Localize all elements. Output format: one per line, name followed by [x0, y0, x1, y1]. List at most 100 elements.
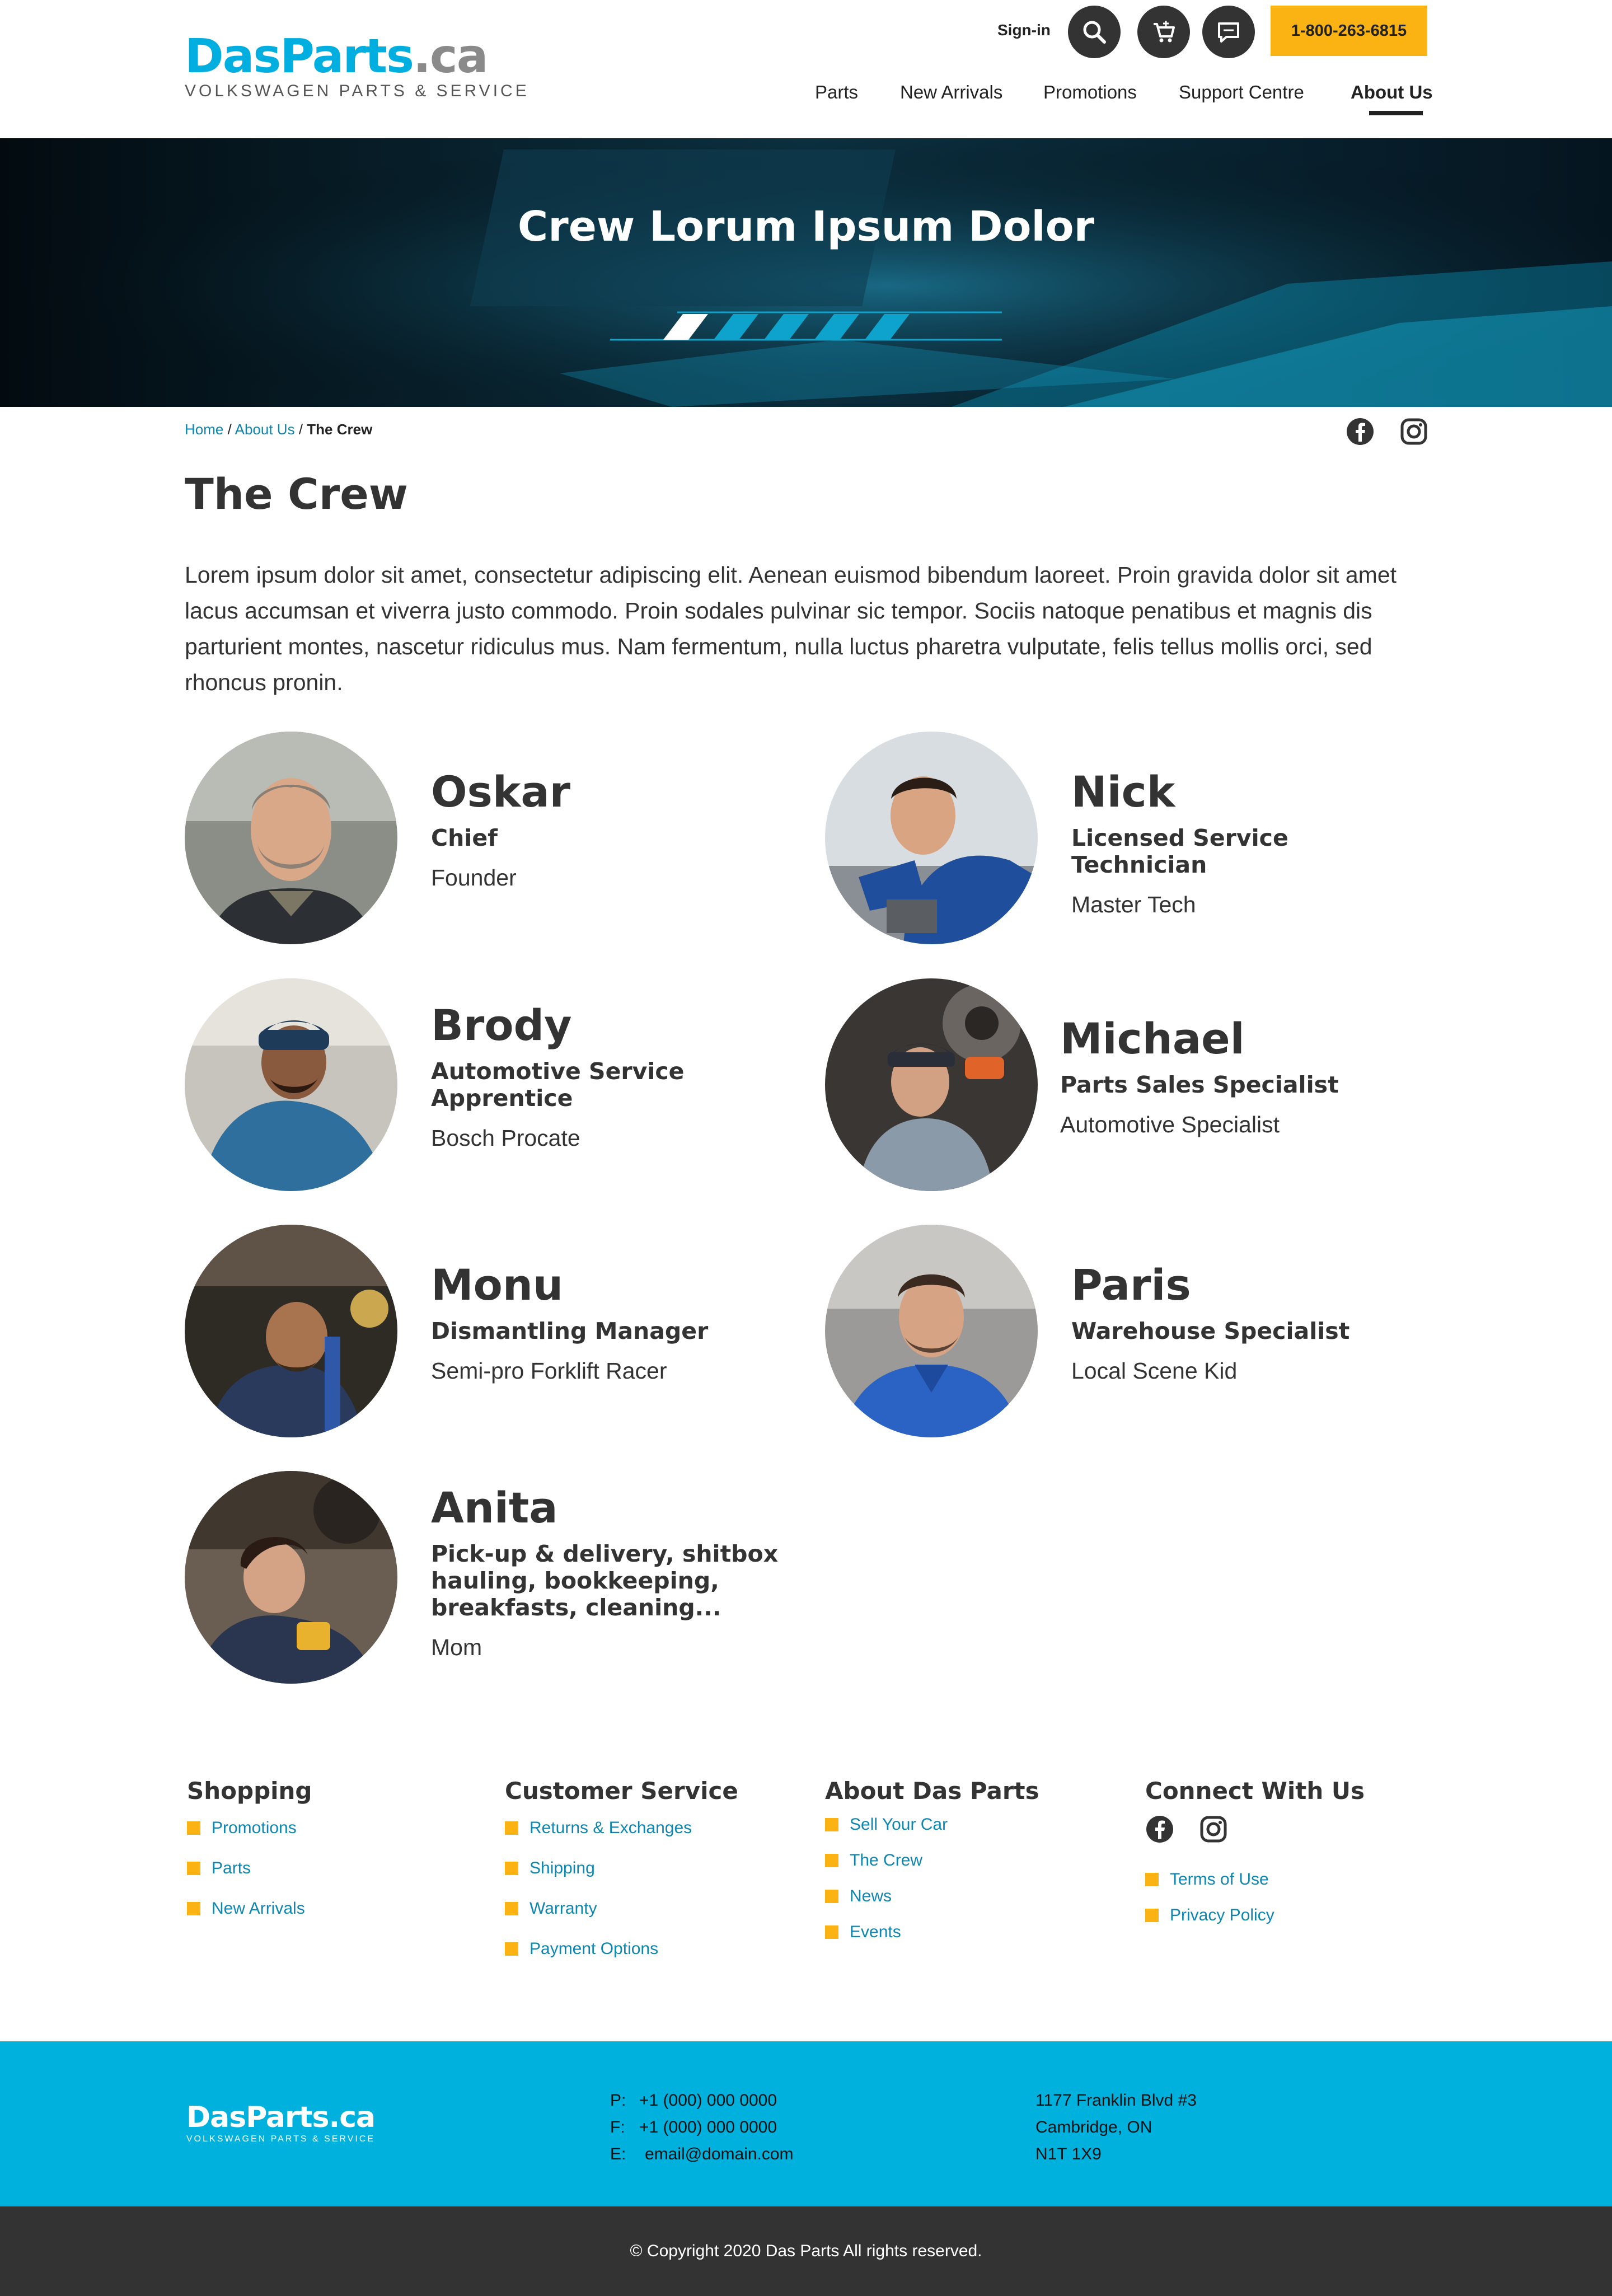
bullet-square-icon [825, 1890, 838, 1903]
contact-address: 1177 Franklin Blvd #3 Cambridge, ON N1T … [1035, 2091, 1197, 2163]
footer-link-terms[interactable]: Terms of Use [1145, 1871, 1365, 1889]
crew-name: Nick [1071, 767, 1175, 817]
footer-link-new-arrivals[interactable]: New Arrivals [187, 1900, 312, 1918]
cart-button[interactable] [1137, 6, 1190, 58]
crew-subtitle: Automotive Specialist [1060, 1112, 1280, 1137]
footer-column-shopping: Shopping Promotions Parts New Arrivals [187, 1777, 312, 1940]
crew-subtitle: Master Tech [1071, 892, 1196, 917]
footer-link-news[interactable]: News [825, 1887, 1039, 1905]
search-icon [1083, 21, 1106, 44]
footer-column-connect: Connect With Us Terms of Use Privacy Pol… [1145, 1777, 1365, 1942]
crew-role: Licensed Service Technician [1071, 824, 1288, 878]
breadcrumb-home[interactable]: Home [185, 421, 223, 438]
chat-icon [1218, 22, 1239, 43]
crew-name: Monu [431, 1260, 564, 1310]
bullet-square-icon [1145, 1873, 1159, 1886]
hero-background-image [0, 138, 1612, 407]
search-button[interactable] [1068, 6, 1121, 58]
breadcrumb: Home / About Us / The Crew [185, 421, 372, 438]
crew-photo [825, 978, 1038, 1191]
footer-link-the-crew[interactable]: The Crew [825, 1852, 1039, 1869]
bullet-square-icon [505, 1902, 518, 1915]
contact-email[interactable]: E: email@domain.com [610, 2141, 794, 2168]
bullet-square-icon [187, 1902, 200, 1915]
avatar [185, 732, 397, 944]
crew-name: Oskar [431, 767, 571, 817]
footer-logo[interactable]: DasParts.ca VOLKSWAGEN PARTS & SERVICE [186, 2103, 376, 2144]
avatar [825, 732, 1038, 944]
footer-link-parts[interactable]: Parts [187, 1859, 312, 1877]
bullet-square-icon [825, 1854, 838, 1867]
crew-info: Monu Dismantling Manager Semi-pro Forkli… [431, 1259, 789, 1385]
site-header: DasParts.ca VOLKSWAGEN PARTS & SERVICE S… [0, 0, 1612, 138]
crew-info: Anita Pick-up & delivery, shitbox haulin… [431, 1482, 789, 1661]
crew-member: Oskar Chief Founder [185, 732, 800, 944]
hero-title: Crew Lorum Ipsum Dolor [517, 203, 1095, 251]
facebook-icon[interactable] [1145, 1815, 1174, 1844]
footer-link-sell-your-car[interactable]: Sell Your Car [825, 1816, 1039, 1834]
crew-photo [825, 732, 1038, 944]
bullet-square-icon [505, 1862, 518, 1875]
avatar [185, 978, 397, 1191]
instagram-icon[interactable] [1199, 1815, 1228, 1844]
contact-band: DasParts.ca VOLKSWAGEN PARTS & SERVICE P… [0, 2041, 1612, 2206]
avatar [185, 1471, 397, 1684]
footer-link-privacy[interactable]: Privacy Policy [1145, 1906, 1365, 1924]
phone-button[interactable]: 1-800-263-6815 [1271, 6, 1427, 56]
crew-name: Anita [431, 1483, 558, 1533]
crew-photo [825, 1225, 1038, 1437]
breadcrumb-separator: / [227, 421, 232, 438]
footer-link-payment-options[interactable]: Payment Options [505, 1940, 738, 1958]
crew-subtitle: Local Scene Kid [1071, 1358, 1238, 1384]
bullet-square-icon [825, 1818, 838, 1831]
footer-link-shipping[interactable]: Shipping [505, 1859, 738, 1877]
nav-item-new-arrivals[interactable]: New Arrivals [900, 82, 1002, 103]
bullet-square-icon [825, 1925, 838, 1939]
footer-link-warranty[interactable]: Warranty [505, 1900, 738, 1918]
footer-heading: Shopping [187, 1777, 312, 1805]
instagram-icon[interactable] [1399, 417, 1428, 446]
nav-item-about-us[interactable]: About Us [1351, 82, 1433, 103]
crew-member: Nick Licensed Service Technician Master … [825, 732, 1441, 944]
bullet-square-icon [187, 1821, 200, 1835]
footer-link-returns[interactable]: Returns & Exchanges [505, 1819, 738, 1837]
footer-social-links [1145, 1815, 1365, 1844]
footer-heading: Customer Service [505, 1777, 738, 1805]
contact-fax: F: +1 (000) 000 0000 [610, 2118, 777, 2136]
crew-member: Monu Dismantling Manager Semi-pro Forkli… [185, 1225, 800, 1437]
crew-info: Paris Warehouse Specialist Local Scene K… [1071, 1259, 1430, 1385]
footer-link-events[interactable]: Events [825, 1923, 1039, 1941]
signin-link[interactable]: Sign-in [997, 21, 1051, 39]
crew-info: Michael Parts Sales Specialist Automotiv… [1060, 1013, 1418, 1138]
breadcrumb-about[interactable]: About Us [235, 421, 295, 438]
contact-details: P: +1 (000) 000 0000 F: +1 (000) 000 0000 … [610, 2087, 794, 2168]
crew-photo [185, 1225, 397, 1437]
crew-name: Michael [1060, 1014, 1245, 1063]
logo-wordmark: DasParts.ca [185, 29, 488, 83]
copyright-bar: © Copyright 2020 Das Parts All rights re… [0, 2206, 1612, 2296]
crew-info: Oskar Chief Founder [431, 766, 789, 892]
avatar [825, 978, 1038, 1191]
footer-heading: Connect With Us [1145, 1777, 1365, 1805]
facebook-icon[interactable] [1346, 417, 1375, 446]
nav-item-support-centre[interactable]: Support Centre [1179, 82, 1304, 103]
page-title: The Crew [185, 469, 408, 519]
crew-role: Pick-up & delivery, shitbox hauling, boo… [431, 1540, 779, 1621]
crew-role: Warehouse Specialist [1071, 1318, 1350, 1344]
footer-link-promotions[interactable]: Promotions [187, 1819, 312, 1837]
nav-active-indicator [1369, 111, 1423, 115]
hero-stripes-decoration [610, 311, 1002, 341]
crew-role: Parts Sales Specialist [1060, 1071, 1339, 1098]
bullet-square-icon [505, 1821, 518, 1835]
crew-photo [185, 978, 397, 1191]
nav-item-promotions[interactable]: Promotions [1043, 82, 1137, 103]
nav-item-parts[interactable]: Parts [815, 82, 858, 103]
chat-button[interactable] [1202, 6, 1255, 58]
crew-member: Michael Parts Sales Specialist Automotiv… [825, 978, 1441, 1191]
crew-photo [185, 1471, 397, 1684]
avatar [825, 1225, 1038, 1437]
crew-info: Brody Automotive Service Apprentice Bosc… [431, 1000, 789, 1152]
crew-role: Chief [431, 824, 498, 851]
intro-paragraph: Lorem ipsum dolor sit amet, consectetur … [185, 562, 1397, 695]
crew-subtitle: Semi-pro Forklift Racer [431, 1358, 667, 1384]
